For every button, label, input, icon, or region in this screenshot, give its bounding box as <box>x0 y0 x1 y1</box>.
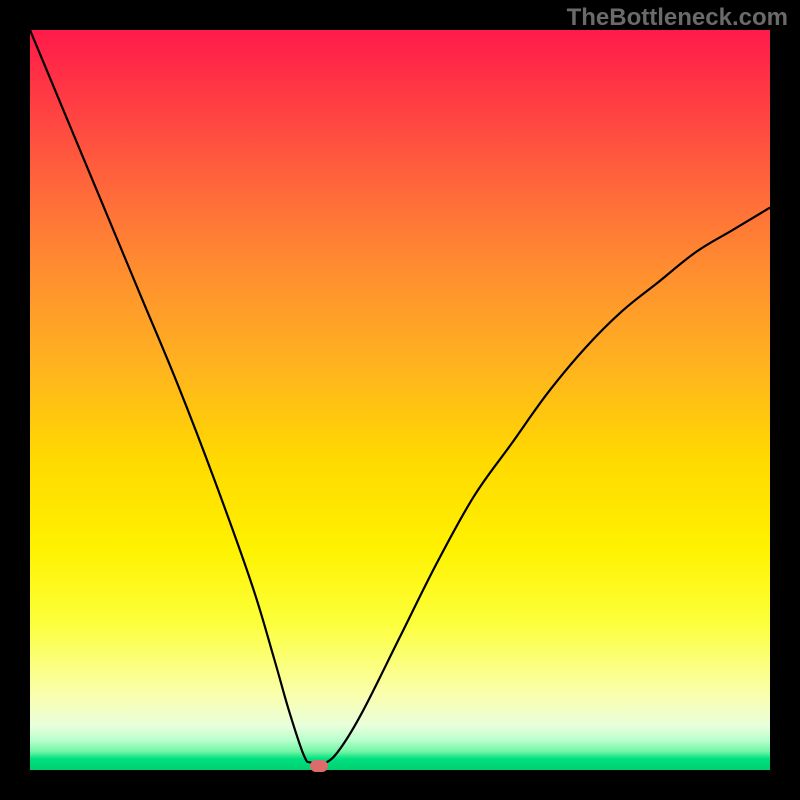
bottleneck-curve-line <box>30 30 770 764</box>
optimal-point-marker <box>310 760 328 772</box>
chart-plot-area <box>30 30 770 770</box>
watermark-text: TheBottleneck.com <box>567 4 788 32</box>
chart-curve-svg <box>30 30 770 770</box>
